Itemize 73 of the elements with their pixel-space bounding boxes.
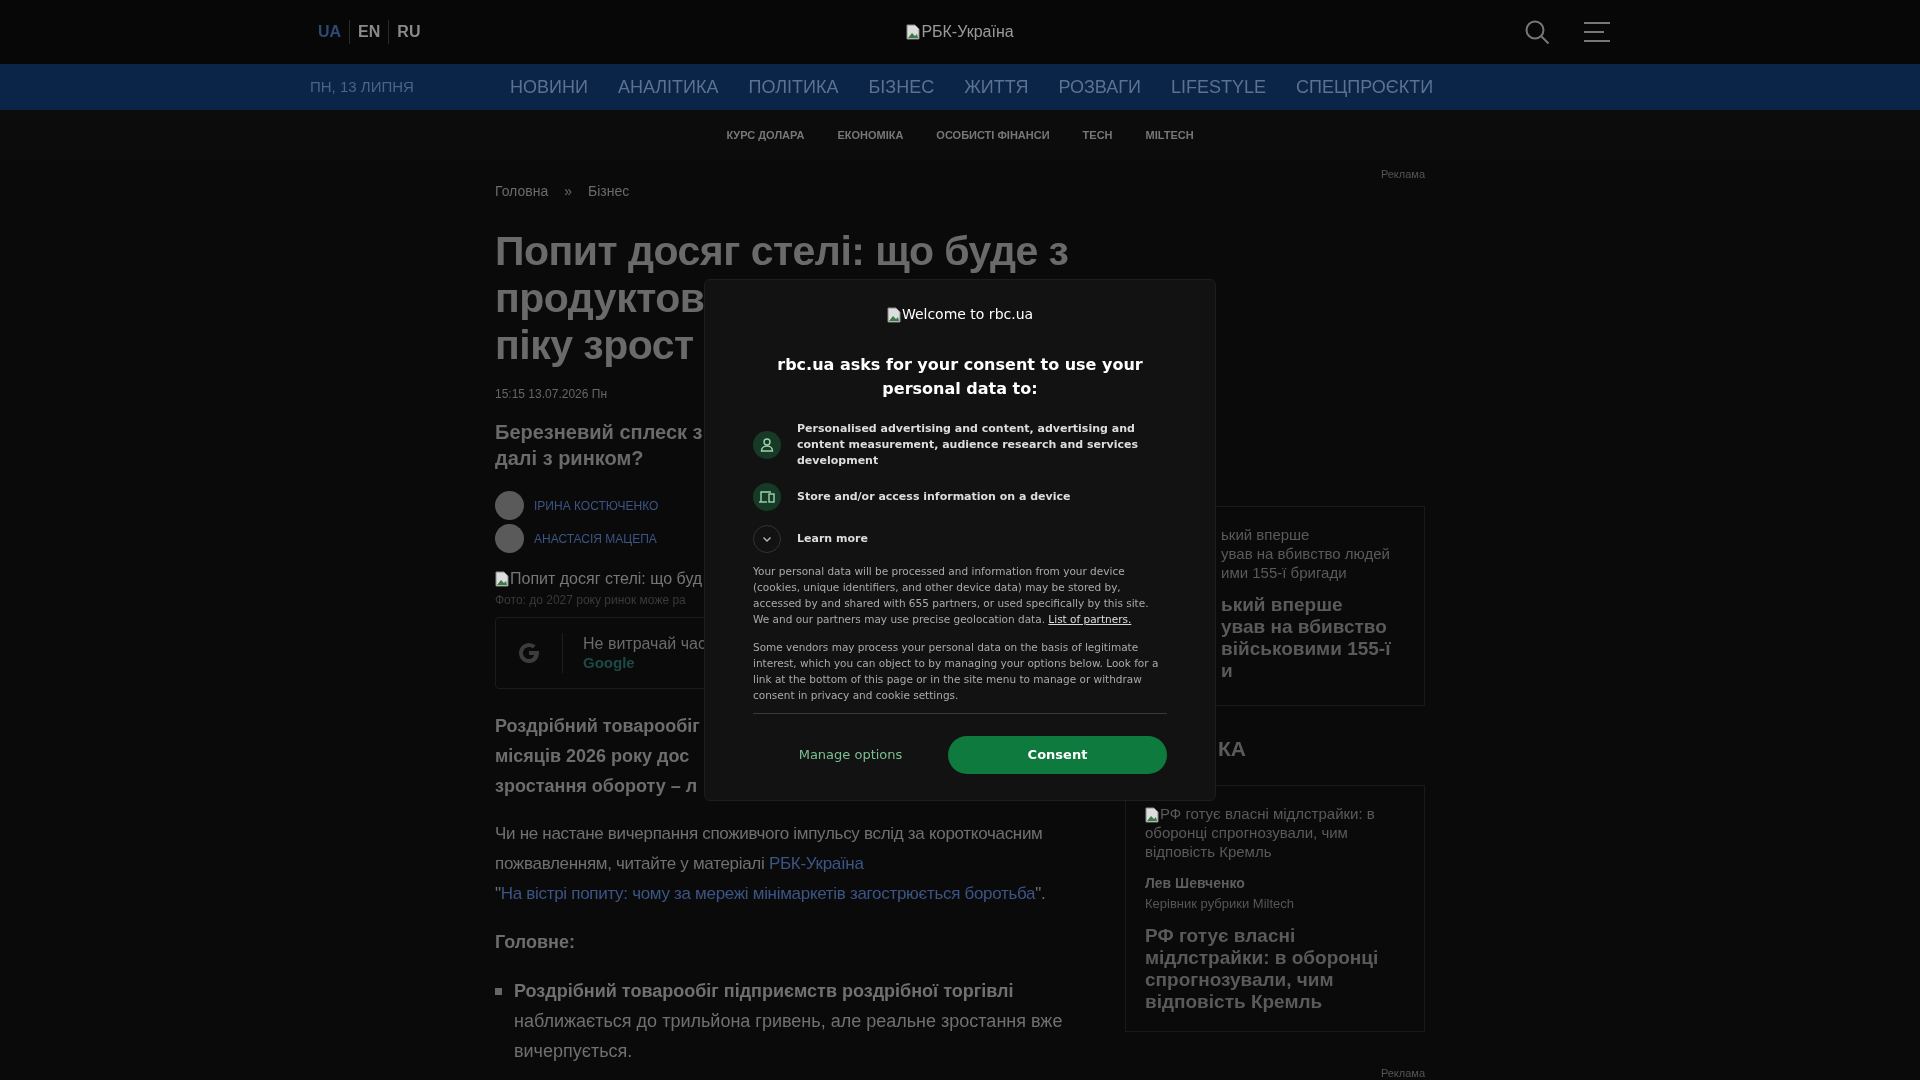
section-heading: КА xyxy=(1218,736,1246,761)
ad-label: Реклама xyxy=(1380,167,1425,182)
breadcrumb-link[interactable]: Головна xyxy=(495,181,549,202)
sub-nav-link[interactable]: TECH xyxy=(1082,126,1113,144)
language-link[interactable]: UA xyxy=(310,20,350,44)
news-card[interactable]: РФ готує власні мідлстрайки: в оборонці спрогнозували, чим відповість Кремль Лев Шевченко Керівник рубрики Miltech РФ готує власні мідлстрайки: в оборонці спрогнозували, чим відповість Кремль xyxy=(1125,784,1425,1033)
card-image-alt-line: ький вперше xyxy=(1221,524,1310,544)
nav-link[interactable]: НОВИНИ xyxy=(510,73,588,101)
card-author: Лев Шевченко xyxy=(1145,873,1245,893)
sub-nav-link[interactable]: ОСОБИСТІ ФІНАНСИ xyxy=(936,126,1050,144)
nav-link[interactable]: БІЗНЕС xyxy=(868,73,935,101)
purpose-text: Store and/or access information on a device xyxy=(797,489,1071,505)
article-lead-line: далі з ринком? xyxy=(495,446,644,471)
source-link[interactable]: РБК-Україна xyxy=(768,854,864,873)
card-author-role: Керівник рубрики Miltech xyxy=(1145,894,1294,913)
language-link[interactable]: RU xyxy=(388,20,429,44)
breadcrumb-link[interactable]: Бізнес xyxy=(588,181,630,202)
card-image-alt-line: ими 155-ї бригади xyxy=(1221,562,1347,582)
purpose-text: Personalised advertising and content, advertising and content measurement, audience research and services development xyxy=(797,421,1139,469)
language-link[interactable]: EN xyxy=(349,20,389,44)
manage-options-button[interactable]: Manage options xyxy=(753,745,948,765)
broken-image-icon xyxy=(906,24,921,40)
broken-image-icon xyxy=(495,571,509,587)
breadcrumb-separator: » xyxy=(564,182,572,201)
broken-image-icon xyxy=(886,306,901,323)
person-icon xyxy=(753,431,781,459)
bold-paragraph-line: Роздрібний товарообіг xyxy=(495,715,700,738)
chevron-icon xyxy=(753,525,781,553)
sub-nav-link[interactable]: КУРС ДОЛАРА xyxy=(726,126,805,144)
article-link[interactable]: На вістрі попиту: чому за мережі мінімаркетів загострюється боротьба xyxy=(500,884,1036,903)
nav-link[interactable]: АНАЛІТИКА xyxy=(617,73,719,101)
article-lead-line: Березневий сплеск з xyxy=(495,420,703,445)
sub-nav-link[interactable]: MILTECH xyxy=(1145,126,1194,144)
nav-link[interactable]: СПЕЦПРОЄКТИ xyxy=(1296,73,1434,101)
menu-icon[interactable] xyxy=(1582,22,1610,42)
article-title-line: піку зрост xyxy=(495,322,694,369)
card-title: РФ готує власні мідлстрайки: в оборонці спрогнозували, чим відповість Кремль xyxy=(1145,925,1380,1014)
article-title-line: продуктов xyxy=(495,275,705,322)
bold-paragraph-line: місяців 2026 року дос xyxy=(495,745,690,768)
google-link[interactable]: Google xyxy=(583,654,706,672)
article-title-line: Попит досяг стелі: що буде з xyxy=(495,228,1069,275)
card-image-alt-line: ував на вбивство людей xyxy=(1221,543,1390,563)
author-link[interactable]: АНАСТАСІЯ МАЦЕПА xyxy=(534,529,657,548)
body-paragraph: Чи не настане вичерпання споживчого імпульсу вслід за короткочасним пожвавленням, читайте у матеріалі РБК-Україна "На вістрі попиту: чому за мережі мінімаркетів загострюється боротьба". xyxy=(495,823,1047,905)
summary-heading: Головне: xyxy=(495,931,576,954)
nav-link[interactable]: ПОЛІТИКА xyxy=(748,73,839,101)
consent-heading: rbc.ua asks for your consent to use your personal data to: xyxy=(776,354,1144,400)
card-title-line: ький вперше xyxy=(1221,593,1343,616)
consent-button[interactable]: Consent xyxy=(948,736,1167,774)
ad-label: Реклама xyxy=(1380,1066,1425,1080)
site-logo[interactable]: РБК-Україна xyxy=(906,20,1014,44)
google-icon xyxy=(516,640,542,666)
author-avatar xyxy=(495,524,524,553)
nav-link[interactable]: LIFESTYLE xyxy=(1171,73,1267,101)
article-image-alt: Попит досяг стелі: що буд xyxy=(495,567,703,591)
nav-link[interactable]: ЖИТТЯ xyxy=(964,73,1029,101)
welcome-logo-alt: Welcome to rbc.ua xyxy=(886,304,1034,325)
bullet-text: Роздрібний товарообіг підприємств роздрібної торгівлі наближається до трильйона гривень, але реальне зростання вже вичерпується. xyxy=(514,980,1064,1063)
search-icon[interactable] xyxy=(1524,19,1550,45)
nav-link[interactable]: РОЗВАГИ xyxy=(1058,73,1141,101)
sub-nav-link[interactable]: ЕКОНОМІКА xyxy=(837,126,904,144)
card-title-line: ував на вбивство xyxy=(1221,615,1387,638)
card-image-alt: РФ готує власні мідлстрайки: в оборонці спрогнозували, чим відповість Кремль xyxy=(1145,803,1376,861)
current-date: ПН, 13 ЛИПНЯ xyxy=(310,76,415,97)
bold-paragraph-line: зростання обороту – л xyxy=(495,775,698,798)
card-title-line: и xyxy=(1221,659,1233,682)
devices-icon xyxy=(753,483,781,511)
broken-image-icon xyxy=(1145,806,1159,823)
author-link[interactable]: ІРИНА КОСТЮЧЕНКО xyxy=(534,496,659,515)
bullet-marker xyxy=(495,988,502,995)
author-avatar xyxy=(495,491,524,520)
card-title-line: військовими 155-ї xyxy=(1221,637,1391,660)
publish-date: 15:15 13.07.2026 Пн xyxy=(495,386,607,403)
